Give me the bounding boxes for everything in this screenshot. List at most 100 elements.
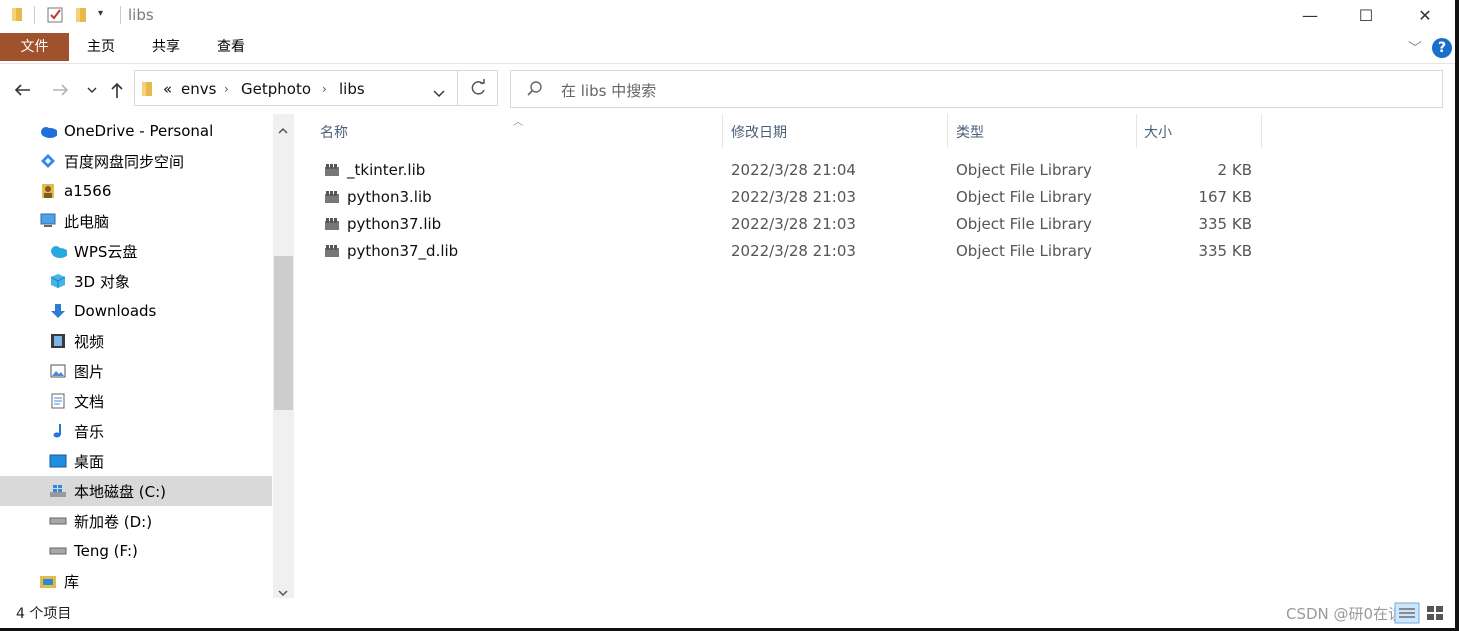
- file-type: Object File Library: [956, 188, 1092, 206]
- file-date: 2022/3/28 21:03: [731, 215, 856, 233]
- breadcrumb-overflow[interactable]: «: [163, 80, 172, 98]
- sidebar-item-label: 文档: [74, 392, 105, 411]
- breadcrumb-envs[interactable]: envs: [181, 80, 216, 98]
- sidebar-item-user[interactable]: a1566: [0, 176, 311, 206]
- column-header-type[interactable]: 类型: [956, 122, 984, 142]
- breadcrumb-getphoto[interactable]: Getphoto: [241, 80, 311, 98]
- tab-view[interactable]: 查看: [208, 33, 254, 61]
- new-folder-icon[interactable]: [74, 6, 88, 28]
- tab-share[interactable]: 共享: [143, 33, 189, 61]
- tab-home[interactable]: 主页: [78, 33, 124, 61]
- tab-file[interactable]: 文件: [0, 33, 69, 61]
- sidebar-item-label: 桌面: [74, 452, 105, 471]
- status-bar: [0, 598, 1459, 631]
- customize-quick-access-icon[interactable]: ▾: [98, 8, 103, 19]
- sidebar-item-label: Downloads: [74, 302, 157, 320]
- breadcrumb-separator-icon[interactable]: ›: [322, 82, 327, 96]
- up-arrow-icon[interactable]: [105, 78, 129, 102]
- toolbar-divider: [120, 6, 121, 24]
- recent-locations-chevron-icon[interactable]: [80, 78, 104, 102]
- music-note-icon: [49, 423, 67, 439]
- sidebar-item-label: WPS云盘: [74, 242, 138, 261]
- folder-icon: [140, 80, 154, 101]
- forward-arrow-icon[interactable]: [49, 78, 73, 102]
- sidebar-item-label: Teng (F:): [74, 542, 138, 560]
- refresh-button[interactable]: [458, 70, 498, 106]
- window-border: [1455, 0, 1459, 631]
- file-size: 335 KB: [1198, 215, 1252, 233]
- library-file-icon: [324, 189, 340, 208]
- sidebar-item-label: 图片: [74, 362, 105, 381]
- toolbar-divider: [34, 6, 35, 24]
- document-icon: [49, 393, 67, 409]
- library-file-icon: [324, 243, 340, 262]
- title-bar: [0, 0, 1459, 30]
- sort-ascending-icon: ︿: [513, 117, 523, 128]
- sidebar-item-label: 视频: [74, 332, 105, 351]
- ribbon-divider: [0, 63, 1455, 64]
- navigation-scrollbar-thumb[interactable]: [274, 256, 293, 410]
- baidu-sync-icon: [39, 153, 57, 169]
- sidebar-item-baidu[interactable]: 百度网盘同步空间: [0, 146, 311, 176]
- folder-icon[interactable]: [10, 6, 24, 26]
- sidebar-item-label: a1566: [64, 182, 112, 200]
- item-count: 4 个项目: [16, 606, 72, 622]
- sidebar-item-label: 此电脑: [64, 212, 110, 231]
- sidebar-item-libraries[interactable]: 库: [0, 566, 311, 596]
- download-arrow-icon: [49, 303, 67, 319]
- scroll-up-chevron-icon[interactable]: [277, 120, 289, 139]
- file-size: 335 KB: [1198, 242, 1252, 260]
- file-size: 2 KB: [1217, 161, 1252, 179]
- file-type: Object File Library: [956, 242, 1092, 260]
- column-divider[interactable]: [947, 114, 948, 148]
- sidebar-item-label: 音乐: [74, 422, 105, 441]
- address-dropdown-chevron-icon[interactable]: [432, 84, 446, 103]
- windows-drive-icon: [49, 483, 67, 499]
- file-name[interactable]: python37.lib: [347, 215, 441, 233]
- sidebar-item-label: 本地磁盘 (C:): [74, 482, 166, 501]
- column-divider[interactable]: [722, 114, 723, 148]
- help-icon[interactable]: ?: [1432, 38, 1452, 58]
- film-icon: [49, 333, 67, 349]
- sidebar-item-this-pc[interactable]: 此电脑: [0, 206, 311, 236]
- breadcrumb-libs[interactable]: libs: [339, 80, 365, 98]
- desktop-icon: [49, 453, 67, 469]
- sidebar-item-label: OneDrive - Personal: [64, 122, 214, 140]
- back-arrow-icon[interactable]: [10, 78, 34, 102]
- properties-checkbox-icon[interactable]: [46, 6, 64, 28]
- file-name[interactable]: python3.lib: [347, 188, 432, 206]
- drive-icon: [49, 513, 67, 529]
- minimize-button[interactable]: —: [1281, 0, 1339, 30]
- window-title: libs: [128, 6, 154, 24]
- details-view-icon[interactable]: [1394, 602, 1420, 628]
- expand-ribbon-icon[interactable]: ﹀: [1408, 38, 1422, 58]
- file-date: 2022/3/28 21:03: [731, 188, 856, 206]
- large-icons-view-icon[interactable]: [1426, 605, 1444, 625]
- drive-icon: [49, 543, 67, 559]
- column-header-date[interactable]: 修改日期: [731, 122, 787, 142]
- file-type: Object File Library: [956, 161, 1092, 179]
- breadcrumb-separator-icon[interactable]: ›: [224, 82, 229, 96]
- picture-icon: [49, 363, 67, 379]
- sidebar-item-onedrive[interactable]: OneDrive - Personal: [0, 116, 311, 146]
- search-input[interactable]: 在 libs 中搜索: [561, 80, 656, 101]
- file-date: 2022/3/28 21:04: [731, 161, 856, 179]
- file-size: 167 KB: [1198, 188, 1252, 206]
- file-type: Object File Library: [956, 215, 1092, 233]
- file-name[interactable]: python37_d.lib: [347, 242, 458, 260]
- sidebar-item-label: 3D 对象: [74, 272, 130, 291]
- library-icon: [39, 573, 57, 589]
- sidebar-item-label: 百度网盘同步空间: [64, 152, 185, 171]
- close-button[interactable]: ✕: [1396, 0, 1454, 30]
- column-header-name[interactable]: 名称: [320, 122, 348, 142]
- column-header-size[interactable]: 大小: [1144, 122, 1172, 142]
- column-divider[interactable]: [1136, 114, 1137, 148]
- refresh-icon: [471, 79, 485, 95]
- maximize-button[interactable]: ☐: [1337, 0, 1395, 30]
- wps-cloud-icon: [49, 243, 67, 259]
- sidebar-item-label: 库: [64, 572, 80, 591]
- file-name[interactable]: _tkinter.lib: [347, 161, 425, 179]
- column-divider[interactable]: [1261, 114, 1262, 148]
- library-file-icon: [324, 162, 340, 181]
- cloud-icon: [39, 123, 57, 139]
